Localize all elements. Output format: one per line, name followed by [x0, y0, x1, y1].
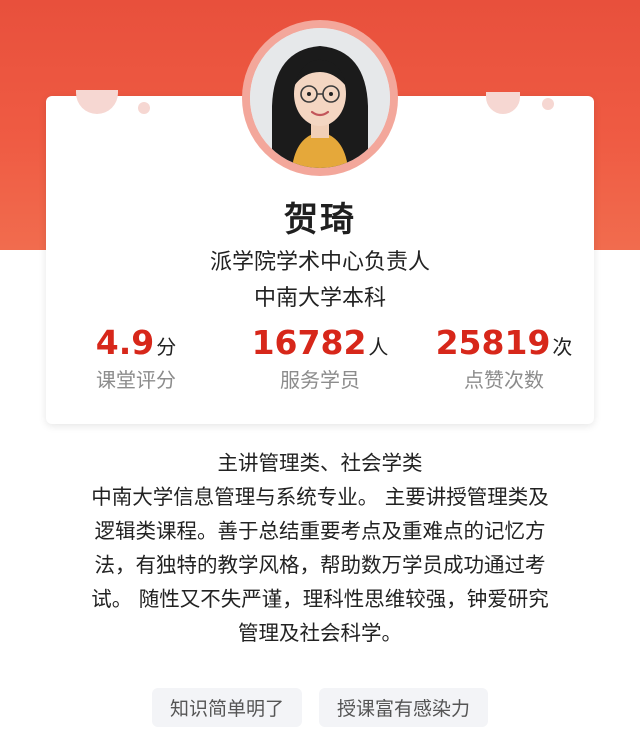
stat-unit: 次 [552, 335, 573, 359]
stat-unit: 人 [368, 335, 389, 359]
stat-students: 16782 人 服务学员 [220, 323, 420, 393]
description-line: 法，有独特的教学风格，帮助数万学员成功通过考 [94, 553, 546, 577]
stat-label: 服务学员 [280, 368, 360, 392]
avatar[interactable] [250, 28, 390, 168]
decor-bubble [486, 92, 520, 114]
description-line: 中南大学信息管理与系统专业。 主要讲授管理类及 [91, 485, 549, 509]
stat-unit: 分 [156, 335, 177, 359]
stat-value: 25819 [435, 323, 551, 362]
stat-rating: 4.9 分 课堂评分 [36, 323, 236, 393]
stat-likes: 25819 次 点赞次数 [404, 323, 604, 393]
tag-item[interactable]: 授课富有感染力 [319, 688, 489, 727]
decor-bubble [138, 102, 150, 114]
teacher-education: 中南大学本科 [253, 286, 386, 311]
teacher-portrait-icon [250, 28, 390, 168]
description-line: 试。 随性又不失严谨，理科性思维较强，钟爱研究 [91, 587, 549, 611]
description-line: 管理及社会科学。 [238, 621, 402, 645]
stat-value: 16782 [251, 323, 367, 362]
teacher-description: 主讲管理类、社会学类 中南大学信息管理与系统专业。 主要讲授管理类及 逻辑类课程… [40, 446, 600, 650]
teacher-name: 贺琦 [284, 200, 356, 240]
tag-item[interactable]: 知识简单明了 [151, 688, 302, 727]
stat-label: 课堂评分 [96, 368, 176, 392]
stat-value: 4.9 [95, 323, 155, 362]
decor-bubble [76, 90, 118, 114]
tag-list: 知识简单明了 授课富有感染力 [0, 688, 640, 727]
stat-label: 点赞次数 [464, 368, 544, 392]
decor-bubble [542, 98, 554, 110]
description-line: 逻辑类课程。善于总结重要考点及重难点的记忆方 [94, 519, 546, 543]
description-line: 主讲管理类、社会学类 [217, 451, 423, 475]
teacher-title: 派学院学术中心负责人 [209, 250, 430, 275]
